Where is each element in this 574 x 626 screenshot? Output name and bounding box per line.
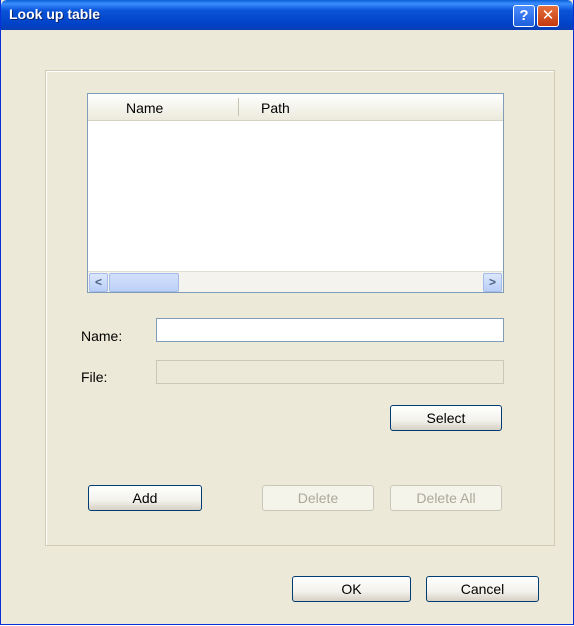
- title-bar[interactable]: Look up table ? ✕: [1, 0, 573, 30]
- cancel-button[interactable]: Cancel: [426, 576, 539, 602]
- close-icon[interactable]: ✕: [537, 5, 559, 27]
- column-separator[interactable]: [238, 98, 239, 116]
- scroll-thumb[interactable]: [109, 273, 179, 292]
- select-button[interactable]: Select: [390, 405, 502, 431]
- dialog-title: Look up table: [9, 6, 100, 22]
- lookup-list[interactable]: Name Path < >: [87, 93, 504, 293]
- list-header: Name Path: [88, 94, 503, 121]
- delete-button: Delete: [262, 485, 374, 511]
- name-field[interactable]: [156, 318, 504, 342]
- column-header-name[interactable]: Name: [126, 100, 163, 116]
- file-label: File:: [81, 369, 108, 385]
- name-label: Name:: [81, 328, 123, 344]
- column-header-path[interactable]: Path: [261, 100, 290, 116]
- lookup-table-dialog: Look up table ? ✕ Name Path < > Name: Fi…: [0, 0, 574, 625]
- name-input[interactable]: [157, 319, 503, 341]
- ok-button[interactable]: OK: [292, 576, 411, 602]
- scroll-right-icon[interactable]: >: [483, 273, 502, 292]
- file-input: [157, 361, 503, 383]
- add-button[interactable]: Add: [88, 485, 202, 511]
- delete-all-button: Delete All: [390, 485, 502, 511]
- file-field: [156, 360, 504, 384]
- scroll-left-icon[interactable]: <: [89, 273, 108, 292]
- help-icon[interactable]: ?: [513, 5, 535, 27]
- horizontal-scrollbar[interactable]: < >: [88, 271, 503, 292]
